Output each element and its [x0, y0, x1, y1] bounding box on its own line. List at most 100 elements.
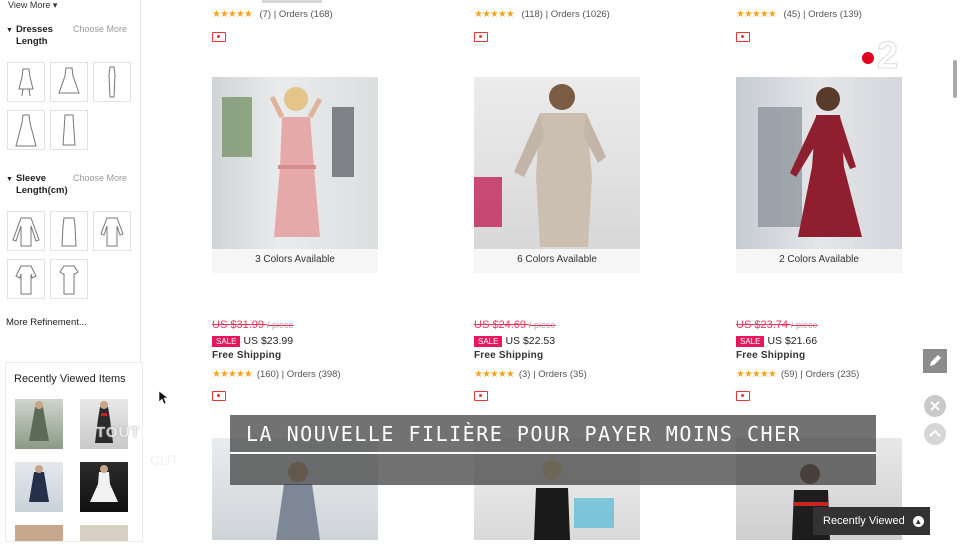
channel-logo: 2: [859, 34, 905, 79]
sale-price-row: SALE US $22.53: [474, 335, 555, 347]
review-count[interactable]: (118): [521, 9, 542, 20]
sleeve-option-half[interactable]: [7, 259, 45, 299]
shipping-icon: [474, 29, 488, 47]
product-rating-row: ★★★★★ (45) | Orders (139): [736, 9, 862, 20]
order-count: Orders (1026): [550, 9, 610, 20]
product-rating-row: ★★★★★ (160) | Orders (398): [212, 369, 341, 380]
caret-down-icon: ▼: [6, 27, 13, 34]
shipping-icon: [736, 29, 750, 47]
product-image[interactable]: [474, 77, 640, 249]
product-rating-row: ★★★★★ (59) | Orders (235): [736, 369, 860, 380]
close-icon: [924, 395, 946, 417]
rating-stars: ★★★★★: [212, 9, 253, 20]
chevron-up-icon: ▲: [912, 515, 924, 527]
sale-price: US $21.66: [767, 335, 818, 347]
color-availability-label[interactable]: 6 Colors Available: [474, 249, 640, 273]
tv-caption-banner: LA NOUVELLE FILIÈRE POUR PAYER MOINS CHE…: [230, 415, 876, 485]
recent-item-thumbnail[interactable]: [15, 525, 63, 541]
original-price-value: US $24.69: [474, 319, 526, 331]
sale-badge: SALE: [474, 336, 503, 347]
recent-item-thumbnail[interactable]: [80, 525, 128, 541]
sleeve-option-short[interactable]: [50, 259, 88, 299]
choose-more-link[interactable]: Choose More: [73, 173, 127, 183]
tv-caption-text: LA NOUVELLE FILIÈRE POUR PAYER MOINS CHE…: [246, 422, 802, 446]
shipping-icon: [212, 388, 226, 406]
sale-badge: SALE: [212, 336, 241, 347]
edit-button[interactable]: [923, 349, 947, 373]
dress-length-option-mid[interactable]: [93, 62, 131, 102]
sale-price: US $22.53: [505, 335, 556, 347]
caret-down-icon: ▼: [6, 176, 13, 183]
rating-stars: ★★★★★: [736, 369, 777, 380]
sleeve-option-long[interactable]: [7, 211, 45, 251]
original-price: US $24.69 / piece: [474, 319, 556, 331]
close-button[interactable]: [923, 394, 947, 418]
order-count: Orders (35): [538, 369, 587, 380]
recent-item-thumbnail[interactable]: [15, 462, 63, 512]
sale-badge: SALE: [736, 336, 765, 347]
free-shipping-label: Free Shipping: [212, 350, 282, 361]
banner-divider: [230, 452, 876, 454]
back-to-top-button[interactable]: [923, 422, 947, 446]
original-price: US $31.99 / piece: [212, 319, 294, 331]
channel-logo-number: 2: [877, 35, 898, 74]
price-unit: / piece: [791, 320, 818, 330]
recently-viewed-tab-label: Recently Viewed: [823, 515, 905, 527]
rating-stars: ★★★★★: [212, 369, 253, 380]
mouse-cursor-icon: [159, 391, 169, 405]
overlay-caption-fragment: CUT: [150, 452, 179, 468]
order-count: Orders (168): [278, 9, 333, 20]
sale-price-row: SALE US $21.66: [736, 335, 817, 347]
overlay-caption-fragment: TOUT: [96, 424, 141, 441]
choose-more-link[interactable]: Choose More: [73, 24, 127, 34]
view-more-link[interactable]: View More ▾: [8, 0, 57, 11]
review-count[interactable]: (3): [519, 369, 531, 380]
dress-length-option-maxi[interactable]: [50, 110, 88, 150]
color-availability-label[interactable]: 2 Colors Available: [736, 249, 902, 273]
original-price: US $23.74 / piece: [736, 319, 818, 331]
scrollbar-thumb[interactable]: [953, 60, 957, 98]
review-count[interactable]: (45): [783, 9, 800, 20]
filter-title: Sleeve Length(cm): [15, 173, 68, 196]
dress-length-option-knee[interactable]: [50, 62, 88, 102]
rating-stars: ★★★★★: [736, 9, 777, 20]
shipping-icon: [212, 29, 226, 47]
filter-title: Dresses Length: [15, 24, 53, 47]
shipping-icon: [474, 388, 488, 406]
review-count[interactable]: (59): [781, 369, 798, 380]
sleeve-option-three-quarter[interactable]: [93, 211, 131, 251]
product-rating-row: ★★★★★ (118) | Orders (1026): [474, 9, 610, 20]
order-count: Orders (235): [805, 369, 860, 380]
dress-length-option-mini[interactable]: [7, 62, 45, 102]
original-price-value: US $23.74: [736, 319, 788, 331]
shipping-icon: [736, 388, 750, 406]
more-refinement-link[interactable]: More Refinement...: [6, 317, 87, 328]
sleeve-option-sleeveless[interactable]: [50, 211, 88, 251]
filter-heading-sleeve-length[interactable]: ▼ Sleeve Length(cm): [6, 173, 76, 197]
order-count: Orders (398): [286, 369, 341, 380]
filter-heading-dresses-length[interactable]: ▼ Dresses Length: [6, 24, 66, 48]
pencil-icon: [930, 355, 941, 366]
sale-price: US $23.99: [243, 335, 294, 347]
recent-item-thumbnail[interactable]: [15, 399, 63, 449]
original-price-value: US $31.99: [212, 319, 264, 331]
color-availability-label[interactable]: 3 Colors Available: [212, 249, 378, 273]
dress-length-option-long[interactable]: [7, 110, 45, 150]
recently-viewed-title: Recently Viewed Items: [14, 373, 126, 385]
product-rating-row: ★★★★★ (7) | Orders (168): [212, 9, 333, 20]
free-shipping-label: Free Shipping: [474, 350, 544, 361]
order-count: Orders (139): [808, 9, 862, 20]
free-shipping-label: Free Shipping: [736, 350, 806, 361]
product-image[interactable]: [212, 77, 378, 249]
sale-price-row: SALE US $23.99: [212, 335, 293, 347]
recently-viewed-panel: Recently Viewed Items: [5, 362, 143, 542]
review-count[interactable]: (160): [257, 369, 279, 380]
recently-viewed-tab[interactable]: Recently Viewed ▲: [813, 507, 930, 535]
price-unit: / piece: [267, 320, 294, 330]
product-image[interactable]: [736, 77, 902, 249]
recent-item-thumbnail[interactable]: [80, 462, 128, 512]
rating-stars: ★★★★★: [474, 9, 515, 20]
product-rating-row: ★★★★★ (3) | Orders (35): [474, 369, 587, 380]
rating-stars: ★★★★★: [474, 369, 515, 380]
review-count[interactable]: (7): [259, 9, 271, 20]
